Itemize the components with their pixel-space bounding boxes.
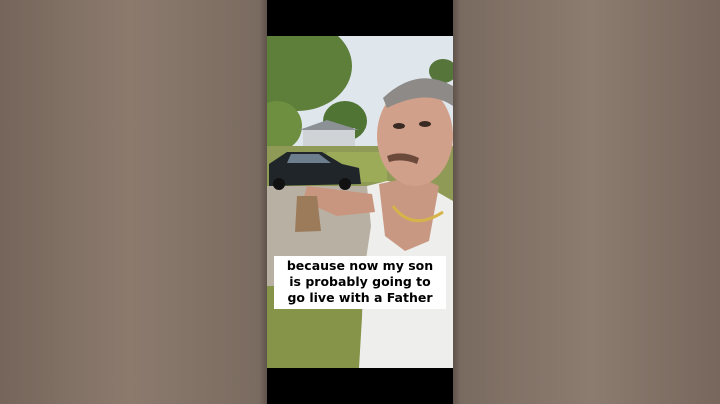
eye-right [419,121,431,127]
caption-line-1: because now my son [286,258,434,273]
video-caption: because now my son is probably going to … [274,256,446,309]
caption-line-3: go live with a Father [287,290,433,305]
video-frame[interactable]: because now my son is probably going to … [267,0,453,404]
car-wheel [273,178,285,190]
car-wheel [339,178,351,190]
paper-bag [295,196,321,232]
video-scene: because now my son is probably going to … [267,36,453,368]
scene-illustration [267,36,453,368]
eye-left [393,123,405,129]
caption-line-2: is probably going to [289,274,431,289]
